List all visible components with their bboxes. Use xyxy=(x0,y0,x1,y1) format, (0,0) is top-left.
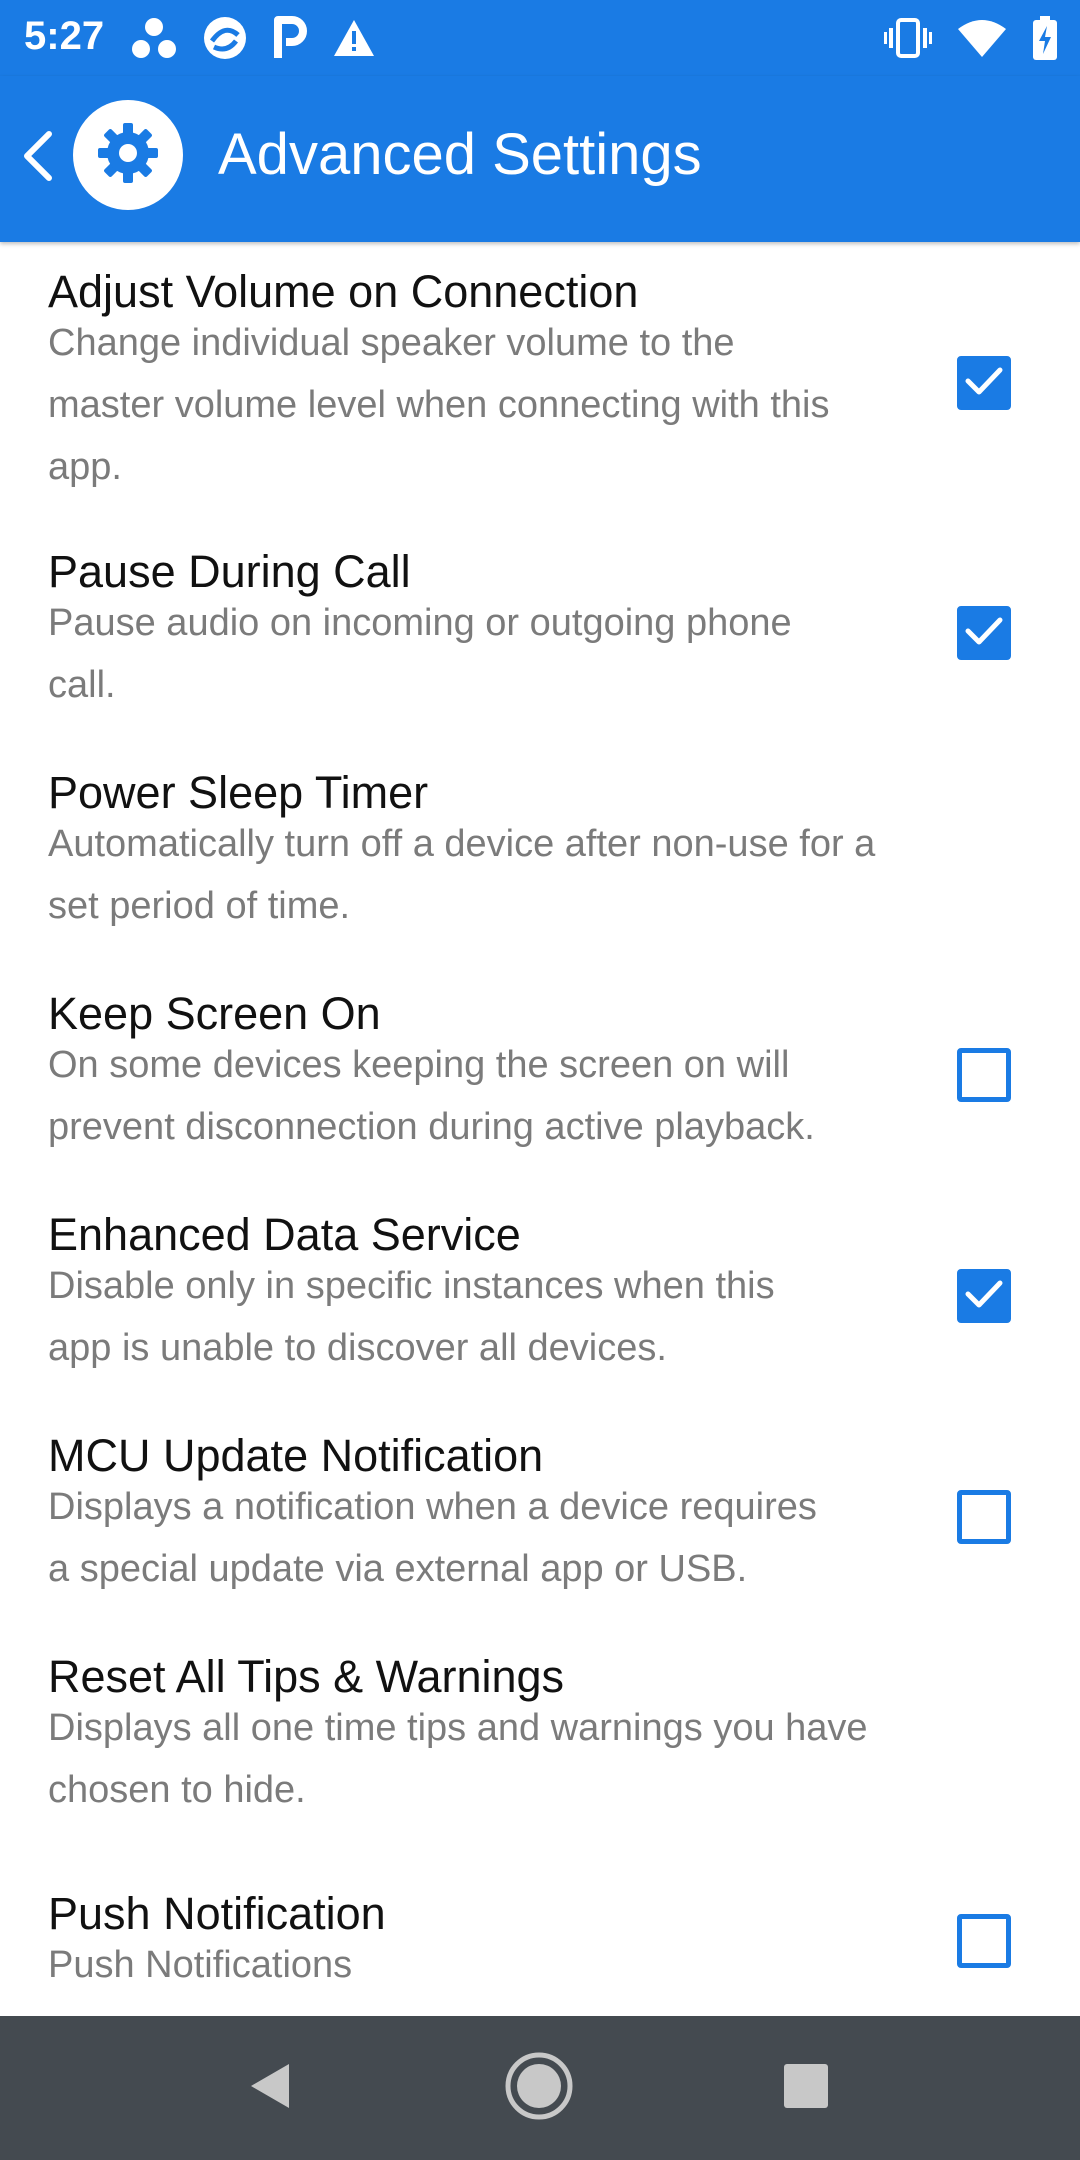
keep-screen-on-checkbox[interactable] xyxy=(957,1048,1011,1102)
checkmark-icon xyxy=(965,366,1003,401)
setting-description: Automatically turn off a device after no… xyxy=(48,823,876,927)
nav-home-button[interactable] xyxy=(503,2052,575,2124)
checkmark-icon xyxy=(965,616,1003,651)
setting-mcu-update-notification[interactable]: MCU Update Notification Displays a notif… xyxy=(0,1428,1080,1608)
app-logo xyxy=(73,100,183,210)
enhanced-data-service-checkbox[interactable] xyxy=(957,1269,1011,1323)
checkmark-icon xyxy=(965,1279,1003,1314)
setting-power-sleep-timer[interactable]: Power Sleep Timer Automatically turn off… xyxy=(0,765,1080,945)
home-circle-icon xyxy=(504,2051,574,2126)
setting-description: Displays all one time tips and warnings … xyxy=(48,1707,868,1811)
setting-keep-screen-on[interactable]: Keep Screen On On some devices keeping t… xyxy=(0,986,1080,1166)
status-bar: 5:27 xyxy=(0,0,1080,76)
setting-push-notification[interactable]: Push Notification Push Notifications xyxy=(0,1886,1080,2006)
app-bar: Advanced Settings xyxy=(0,76,1080,242)
wifi-icon xyxy=(958,19,1006,57)
recents-square-icon xyxy=(782,2062,830,2115)
status-notification-icons xyxy=(130,14,376,62)
gear-icon xyxy=(96,121,160,190)
settings-list: Adjust Volume on Connection Change indiv… xyxy=(0,242,1080,2016)
nav-back-button[interactable] xyxy=(233,2052,305,2124)
setting-adjust-volume[interactable]: Adjust Volume on Connection Change indiv… xyxy=(0,264,1080,514)
setting-description: Pause audio on incoming or outgoing phon… xyxy=(48,602,792,706)
setting-description: Change individual speaker volume to the … xyxy=(48,322,830,488)
setting-description: Disable only in specific instances when … xyxy=(48,1265,775,1369)
battery-charging-icon xyxy=(1032,16,1058,60)
push-notification-checkbox[interactable] xyxy=(957,1914,1011,1968)
pause-during-call-checkbox[interactable] xyxy=(957,606,1011,660)
back-triangle-icon xyxy=(245,2060,293,2117)
status-time: 5:27 xyxy=(24,14,105,58)
status-system-icons xyxy=(884,14,1058,62)
mcu-update-notification-checkbox[interactable] xyxy=(957,1490,1011,1544)
system-nav-bar xyxy=(0,2016,1080,2160)
back-button[interactable] xyxy=(10,122,66,194)
setting-description: On some devices keeping the screen on wi… xyxy=(48,1044,815,1148)
notification-app-icon-1 xyxy=(130,16,178,60)
setting-description: Push Notifications xyxy=(48,1944,353,1986)
setting-description: Displays a notification when a device re… xyxy=(48,1486,817,1590)
adjust-volume-checkbox[interactable] xyxy=(957,356,1011,410)
page-title: Advanced Settings xyxy=(218,122,702,187)
chevron-left-icon xyxy=(21,130,55,187)
notification-app-icon-2 xyxy=(202,15,248,61)
setting-enhanced-data-service[interactable]: Enhanced Data Service Disable only in sp… xyxy=(0,1207,1080,1387)
nav-recents-button[interactable] xyxy=(770,2052,842,2124)
setting-pause-during-call[interactable]: Pause During Call Pause audio on incomin… xyxy=(0,544,1080,724)
setting-reset-tips-warnings[interactable]: Reset All Tips & Warnings Displays all o… xyxy=(0,1649,1080,1829)
warning-icon xyxy=(332,18,376,58)
parking-icon xyxy=(272,16,308,60)
vibrate-icon xyxy=(884,18,932,58)
